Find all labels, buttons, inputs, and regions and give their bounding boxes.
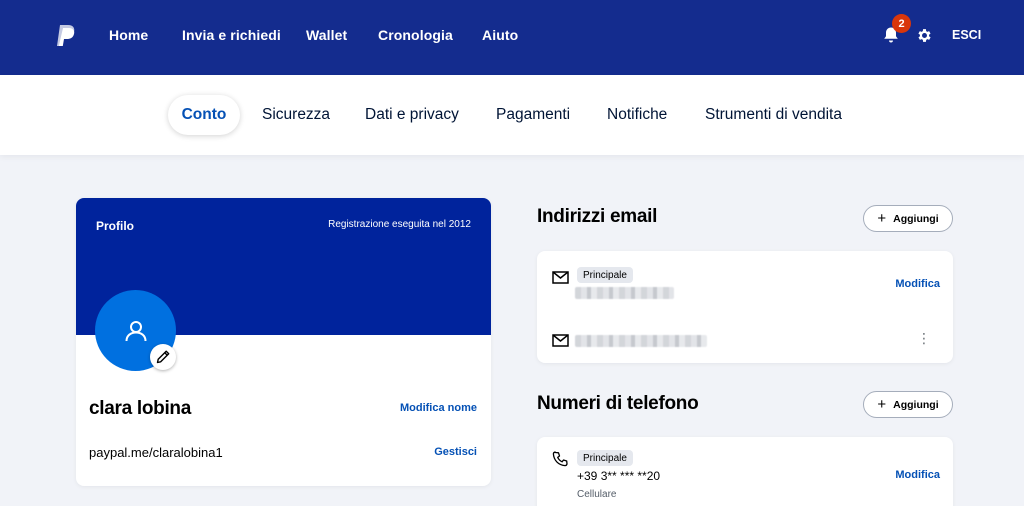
profile-header-label: Profilo bbox=[96, 219, 134, 233]
add-email-label: Aggiungi bbox=[893, 212, 939, 225]
settings-tab-bar: Conto Sicurezza Dati e privacy Pagamenti… bbox=[0, 75, 1024, 155]
edit-name-link[interactable]: Modifica nome bbox=[400, 402, 477, 414]
phone-type: Cellulare bbox=[577, 489, 617, 500]
envelope-icon bbox=[552, 271, 569, 284]
tab-notifiche[interactable]: Notifiche bbox=[607, 106, 667, 124]
paypal-me-link: paypal.me/claralobina1 bbox=[89, 445, 223, 460]
add-email-button[interactable]: + Aggiungi bbox=[863, 205, 953, 232]
redacted-email-primary bbox=[575, 287, 674, 299]
envelope-icon bbox=[552, 334, 569, 347]
profile-name: clara lobina bbox=[89, 398, 191, 419]
email-card: Principale Modifica ⋮ bbox=[537, 251, 953, 363]
add-phone-label: Aggiungi bbox=[893, 398, 939, 411]
gear-icon[interactable] bbox=[916, 27, 933, 44]
manage-paypal-me-link[interactable]: Gestisci bbox=[434, 446, 477, 458]
notification-badge: 2 bbox=[892, 14, 911, 33]
more-options-icon[interactable]: ⋮ bbox=[917, 331, 931, 345]
tab-dati-e-privacy[interactable]: Dati e privacy bbox=[365, 106, 459, 124]
add-phone-button[interactable]: + Aggiungi bbox=[863, 391, 953, 418]
edit-email-link[interactable]: Modifica bbox=[895, 278, 940, 290]
primary-phone-chip: Principale bbox=[577, 450, 633, 466]
user-icon bbox=[125, 320, 146, 341]
nav-home[interactable]: Home bbox=[109, 27, 148, 43]
paypal-logo-icon[interactable] bbox=[55, 24, 77, 48]
nav-wallet[interactable]: Wallet bbox=[306, 27, 347, 43]
phone-section-title: Numeri di telefono bbox=[537, 393, 699, 414]
phone-icon bbox=[552, 451, 568, 467]
logout-button[interactable]: ESCI bbox=[952, 28, 981, 42]
tab-strumenti-di-vendita[interactable]: Strumenti di vendita bbox=[705, 106, 842, 124]
registration-date: Registrazione eseguita nel 2012 bbox=[328, 219, 471, 230]
edit-avatar-button[interactable] bbox=[150, 344, 176, 370]
tab-pagamenti[interactable]: Pagamenti bbox=[496, 106, 570, 124]
nav-cronologia[interactable]: Cronologia bbox=[378, 27, 453, 43]
plus-icon: + bbox=[877, 396, 887, 413]
phone-number: +39 3** *** **20 bbox=[577, 469, 661, 483]
tab-sicurezza[interactable]: Sicurezza bbox=[262, 106, 330, 124]
pencil-icon bbox=[156, 350, 170, 364]
primary-email-chip: Principale bbox=[577, 267, 633, 283]
phone-card: Principale +39 3** *** **20 Cellulare Mo… bbox=[537, 437, 953, 506]
top-nav-bar: Home Invia e richiedi Wallet Cronologia … bbox=[0, 0, 1024, 75]
nav-aiuto[interactable]: Aiuto bbox=[482, 27, 518, 43]
plus-icon: + bbox=[877, 210, 887, 227]
tab-conto[interactable]: Conto bbox=[168, 95, 240, 135]
edit-phone-link[interactable]: Modifica bbox=[895, 469, 940, 481]
email-section-title: Indirizzi email bbox=[537, 206, 658, 227]
profile-card: Profilo Registrazione eseguita nel 2012 … bbox=[76, 198, 491, 486]
redacted-email-secondary bbox=[575, 335, 707, 347]
nav-invia-e-richiedi[interactable]: Invia e richiedi bbox=[182, 27, 281, 43]
